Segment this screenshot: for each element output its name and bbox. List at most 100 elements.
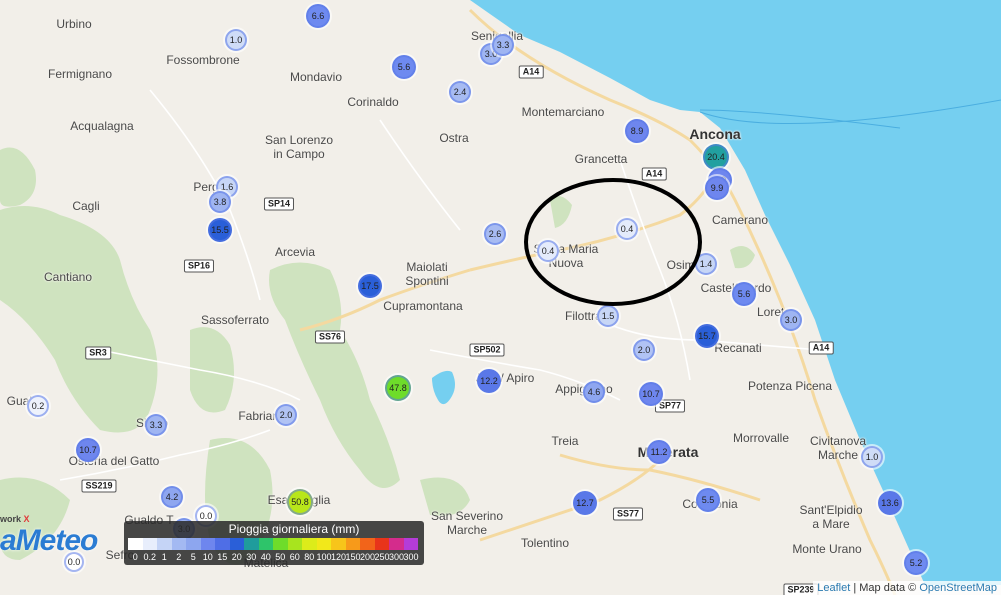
legend-step-label: 0.2 [143,552,156,562]
rain-station-marker[interactable]: 47.8 [385,375,411,401]
legend-swatch [186,538,201,550]
legend-swatch [403,538,418,550]
rain-station-marker[interactable]: 5.5 [696,488,720,512]
rain-station-marker[interactable]: 9.9 [705,176,729,200]
place-label: Acqualagna [70,119,134,133]
rain-station-marker[interactable]: 13.6 [878,491,902,515]
place-label: Sassoferrato [200,313,270,327]
rain-station-marker[interactable]: 4.2 [161,486,183,508]
legend-step-label: 300 [403,552,419,562]
legend-step-label: 80 [304,552,315,562]
legend-step-label: 200 [360,552,376,562]
attribution-separator: | [850,582,860,594]
road-shield: A14 [808,341,834,355]
leaflet-link[interactable]: Leaflet [817,582,850,594]
rain-station-marker[interactable]: 11.2 [647,440,671,464]
place-label: Arcevia [274,245,316,259]
rain-station-marker[interactable]: 2.4 [449,81,471,103]
legend-title: Pioggia giornaliera (mm) [228,522,360,536]
legend-swatch [244,538,259,550]
road-shield: SS77 [612,507,644,521]
rain-station-marker[interactable]: 3.0 [780,309,802,331]
legend-step-label: 100 [316,552,332,562]
place-label: Corinaldo [347,95,399,109]
rain-station-marker[interactable]: 1.0 [225,29,247,51]
rain-legend: Pioggia giornaliera (mm) 0 0.2 1 2 5 10 15 20 30… [124,521,424,565]
place-label: Fossombrone [166,53,240,67]
rain-station-marker[interactable]: 1.5 [597,305,619,327]
rainfall-map[interactable]: Urbino Fossombrone Fermignano Mondavio Corin… [0,0,1001,595]
place-label: Cupramontana [383,299,463,313]
legend-step-label: 1 [161,552,167,562]
legend-labels: 0 0.2 1 2 5 10 15 20 30 40 50 60 80 100 120 150 200 250 30… [128,551,419,563]
rain-station-marker[interactable]: 12.7 [573,491,597,515]
rain-station-marker[interactable]: 15.5 [208,218,232,242]
legend-swatch [273,538,288,550]
rain-station-marker[interactable]: 0.4 [537,240,559,262]
logo-brand-text: aMeteo [0,524,98,557]
place-label: Monte Urano [792,542,862,556]
place-label: Cagli [72,199,100,213]
rain-station-marker[interactable]: 5.6 [732,282,756,306]
rain-station-marker[interactable]: 2.0 [633,339,655,361]
legend-step-label: 150 [345,552,361,562]
place-label: Fermignano [47,67,113,81]
legend-step-label: 250 [374,552,390,562]
place-label: Morrovalle [732,431,790,445]
road-shield: SR3 [85,346,111,360]
attribution-text: Map data © [859,582,920,594]
map-attribution: Leaflet | Map data © OpenStreetMap [813,581,1001,595]
place-label: Civitanova Marche [809,434,867,462]
road-shield: SP16 [183,259,215,273]
place-label: Camerano [711,213,769,227]
rain-station-marker[interactable]: 5.2 [904,551,928,575]
rain-station-marker[interactable]: 15.7 [695,324,719,348]
rain-station-marker[interactable]: 2.0 [275,404,297,426]
legend-swatch [331,538,346,550]
place-label: Potenza Picena [747,379,833,393]
legend-step-label: 20 [231,552,242,562]
rain-station-marker[interactable]: 0.4 [616,218,638,240]
rain-station-marker[interactable]: 50.8 [287,489,313,515]
rain-station-marker[interactable]: 2.6 [484,223,506,245]
road-shield: SP14 [263,197,295,211]
legend-step-label: 0 [132,552,138,562]
legend-step-label: 120 [331,552,347,562]
legend-step-label: 40 [260,552,271,562]
meteonetwork-logo: work X aMeteo [0,510,108,562]
logo-network-text: work [0,514,22,524]
rain-station-marker[interactable]: 3.8 [209,191,231,213]
road-shield: SS76 [314,330,346,344]
rain-station-marker[interactable]: 4.6 [583,381,605,403]
rain-station-marker[interactable]: 3.3 [145,414,167,436]
rain-station-marker[interactable]: 3.3 [492,34,514,56]
rain-station-marker[interactable]: 1.0 [861,446,883,468]
legend-swatch [128,538,143,550]
legend-color-scale [128,538,418,550]
legend-swatch [302,538,317,550]
rain-station-marker[interactable]: 17.5 [358,274,382,298]
road-shield: SP502 [469,343,505,357]
legend-step-label: 50 [275,552,286,562]
rain-station-marker[interactable]: 0.2 [27,395,49,417]
rain-station-marker[interactable]: 6.6 [306,4,330,28]
rain-station-marker[interactable]: 1.4 [695,253,717,275]
rain-station-marker[interactable]: 12.2 [477,369,501,393]
rain-station-marker[interactable]: 10.7 [76,438,100,462]
osm-link[interactable]: OpenStreetMap [919,582,997,594]
legend-swatch [374,538,389,550]
legend-step-label: 10 [202,552,213,562]
rain-station-marker[interactable]: 20.4 [703,144,729,170]
legend-swatch [200,538,215,550]
place-label: San Severino Marche [430,509,504,537]
rain-station-marker[interactable]: 8.9 [625,119,649,143]
place-label: Ancona [689,126,741,142]
rain-station-marker[interactable]: 10.7 [639,382,663,406]
legend-swatch [287,538,302,550]
rain-station-marker[interactable]: 5.6 [392,55,416,79]
place-label: Maiolati Spontini [405,260,449,288]
legend-swatch [360,538,375,550]
place-label: Montemarciano [521,105,605,119]
place-label: Ostra [439,131,469,145]
road-shield: A14 [518,65,544,79]
